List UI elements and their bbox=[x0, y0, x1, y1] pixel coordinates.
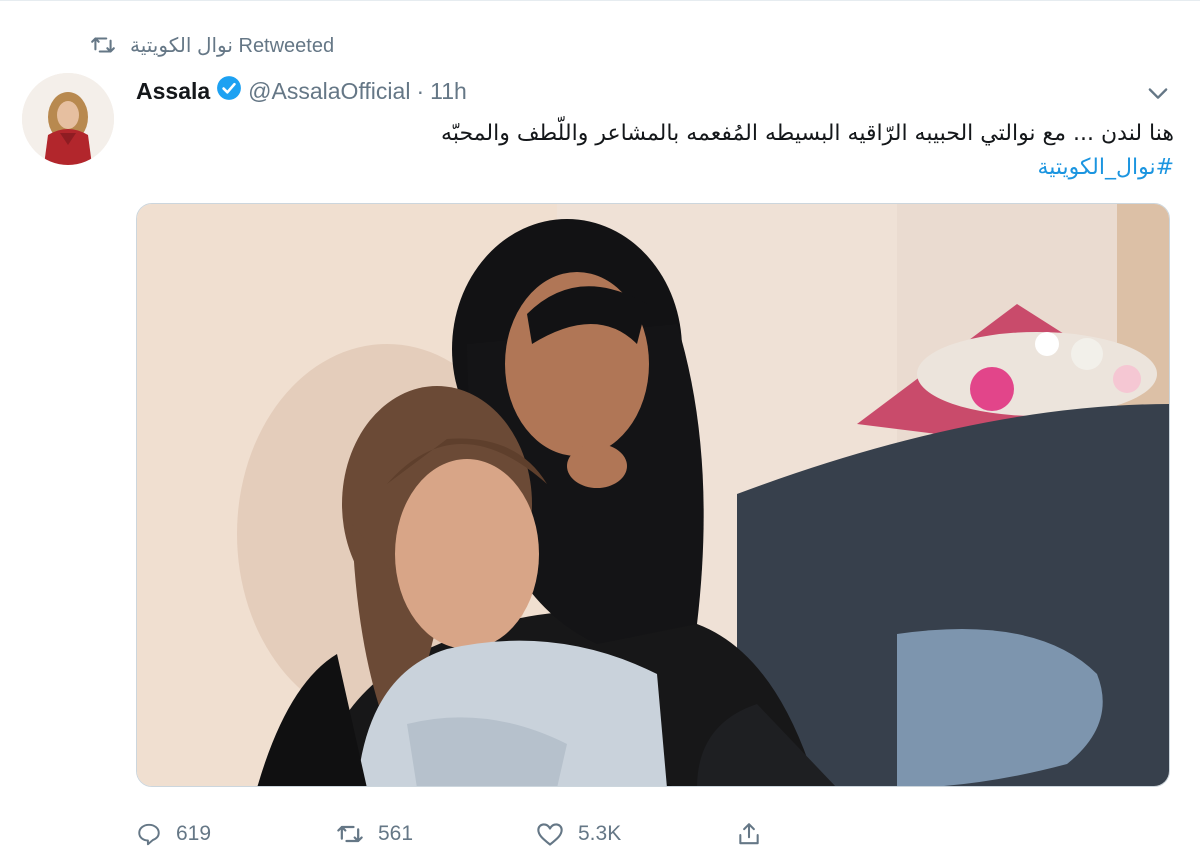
retweet-button[interactable]: 561 bbox=[336, 822, 536, 846]
verified-badge-icon bbox=[216, 75, 242, 107]
reply-button[interactable]: 619 bbox=[136, 821, 336, 847]
tweet-text: هنا لندن ... مع نوالتي الحبيبه الرّاقيه … bbox=[144, 117, 1174, 185]
share-icon bbox=[736, 820, 762, 848]
tweet-timestamp[interactable]: 11h bbox=[430, 78, 467, 105]
reply-count: 619 bbox=[176, 822, 212, 845]
tweet-card[interactable]: نوال الكويتية Retweeted Assala @AssalaOf… bbox=[0, 0, 1200, 855]
share-button[interactable] bbox=[736, 820, 762, 848]
retweet-count: 561 bbox=[378, 822, 414, 845]
author-name[interactable]: Assala bbox=[136, 78, 210, 105]
hashtag-link[interactable]: #نوال_الكويتية bbox=[144, 151, 1174, 185]
like-count: 5.3K bbox=[578, 822, 622, 845]
retweet-context-label[interactable]: نوال الكويتية Retweeted bbox=[130, 33, 334, 58]
avatar[interactable] bbox=[22, 73, 114, 165]
more-options-chevron-down-icon[interactable] bbox=[1144, 79, 1172, 107]
tweet-header: Assala @AssalaOfficial · 11h bbox=[136, 75, 467, 107]
heart-icon bbox=[536, 821, 564, 847]
retweet-icon bbox=[90, 34, 116, 56]
retweet-context: نوال الكويتية Retweeted bbox=[90, 31, 334, 59]
author-handle[interactable]: @AssalaOfficial bbox=[248, 78, 410, 105]
tweet-photo[interactable] bbox=[136, 203, 1170, 787]
separator-dot: · bbox=[416, 77, 425, 104]
tweet-actions: 619 561 5.3K bbox=[136, 814, 762, 854]
tweet-body: هنا لندن ... مع نوالتي الحبيبه الرّاقيه … bbox=[441, 121, 1174, 146]
like-button[interactable]: 5.3K bbox=[536, 821, 736, 847]
retweet-icon bbox=[336, 822, 364, 846]
reply-icon bbox=[136, 821, 162, 847]
